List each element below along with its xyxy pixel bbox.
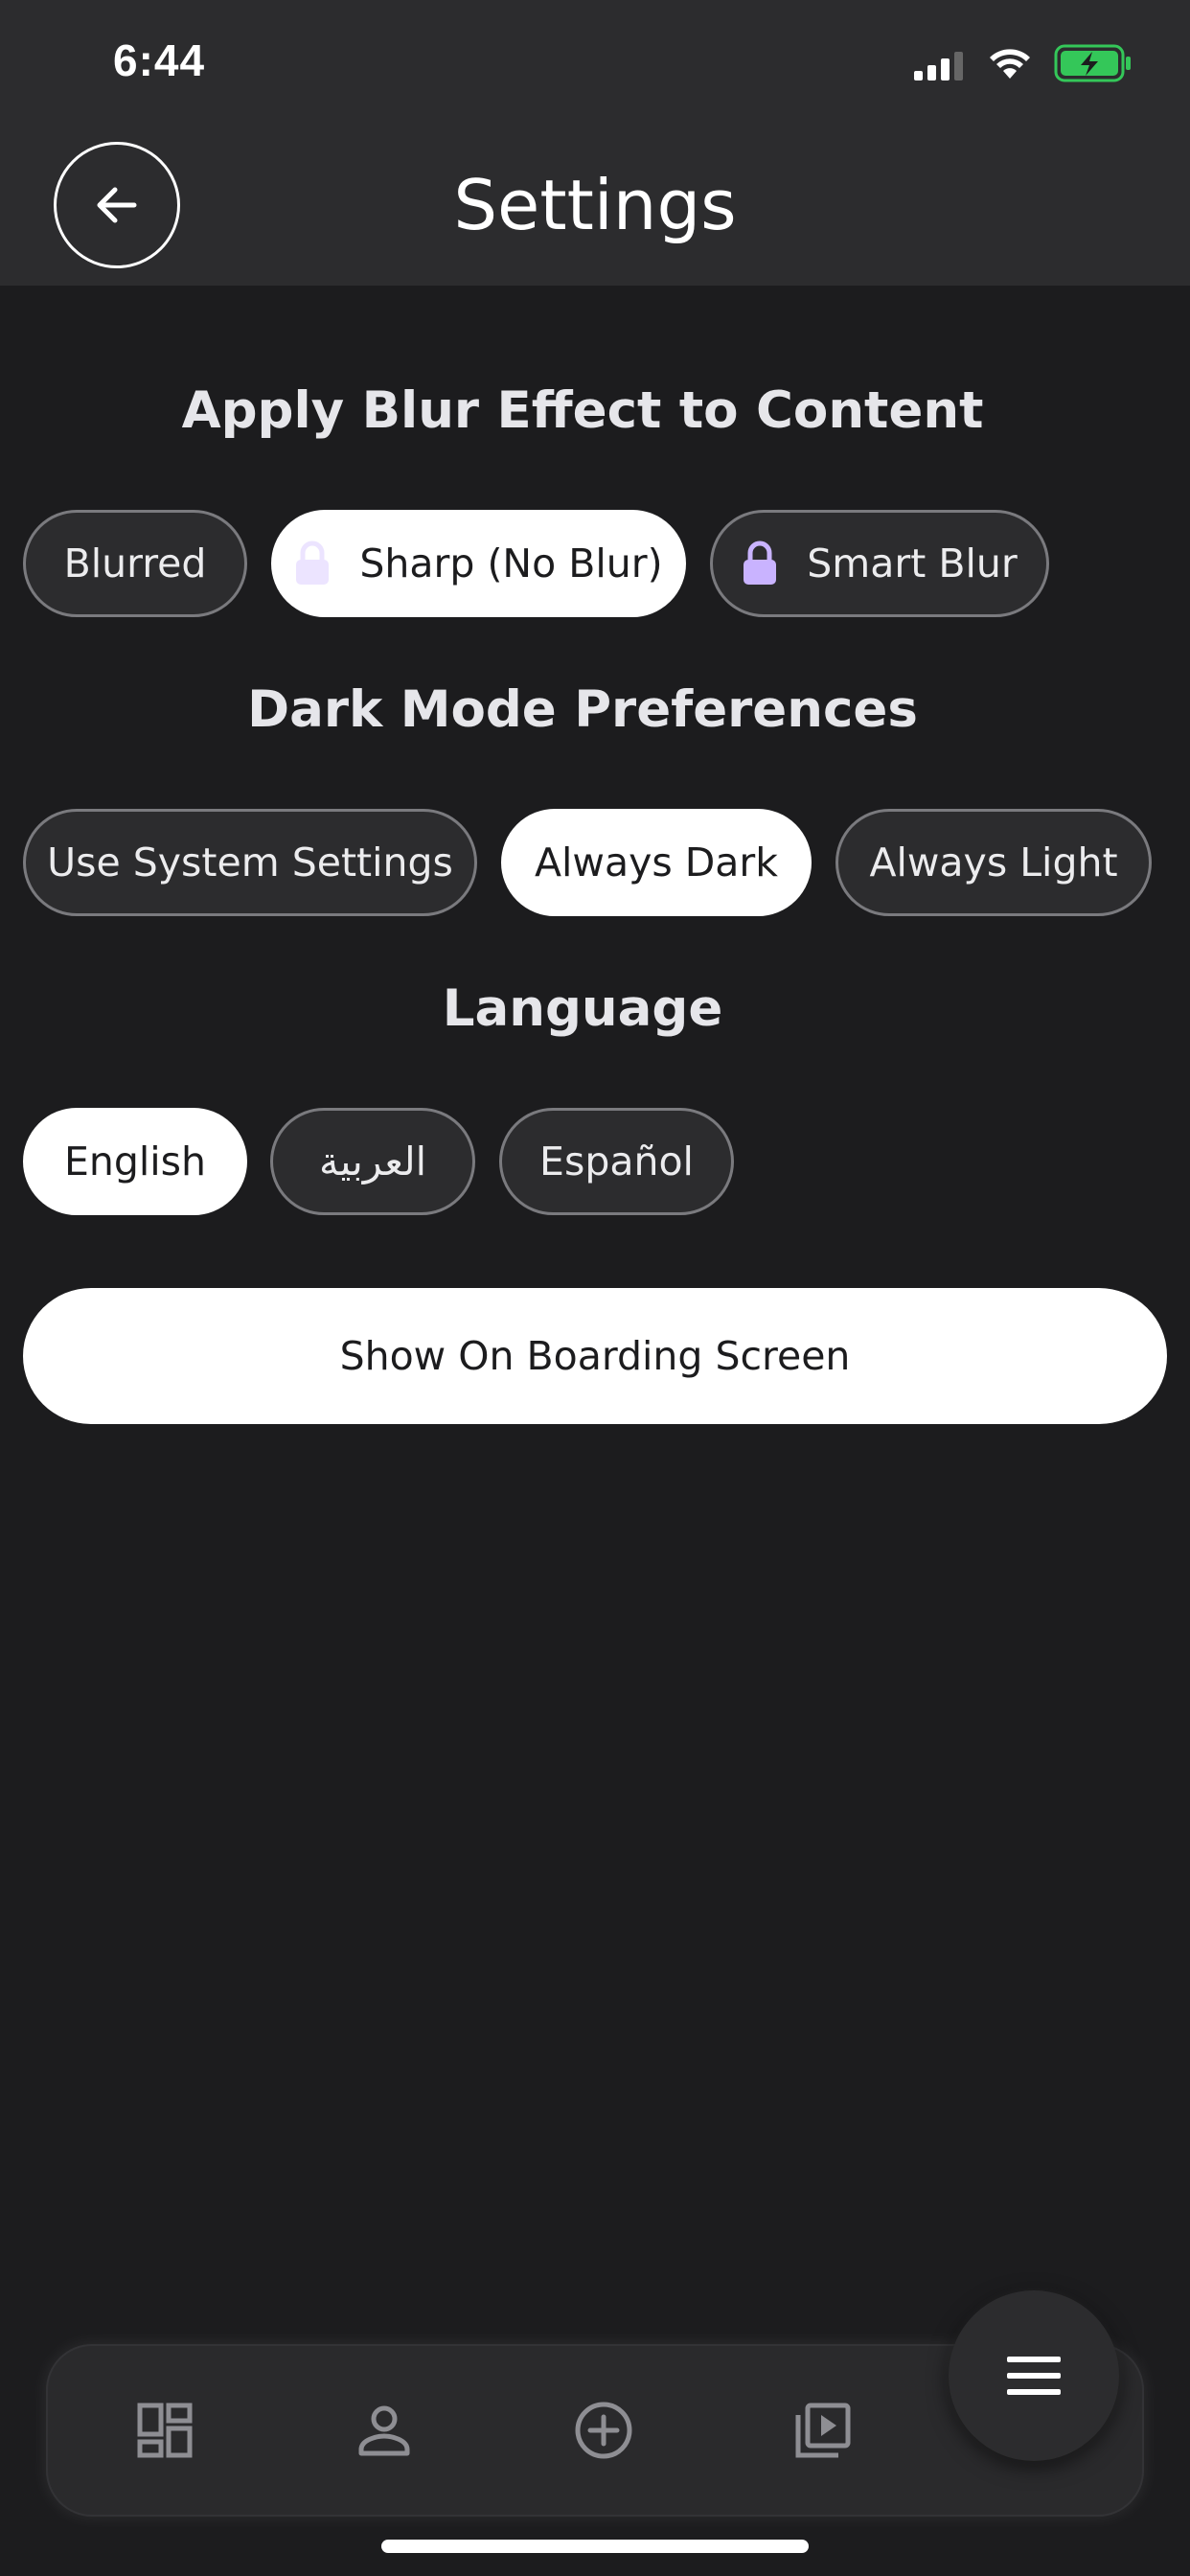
blur-option-sharp[interactable]: Sharp (No Blur): [271, 510, 686, 617]
tab-add[interactable]: [565, 2392, 642, 2469]
battery-charging-icon: [1054, 44, 1131, 82]
option-label: Always Dark: [534, 840, 779, 886]
cellular-signal-icon: [914, 52, 963, 80]
tab-dashboard[interactable]: [126, 2392, 203, 2469]
blur-section-title: Apply Blur Effect to Content: [181, 381, 984, 440]
language-option-english[interactable]: English: [23, 1108, 247, 1215]
option-label: Blurred: [63, 540, 207, 586]
dark-mode-section-title: Dark Mode Preferences: [247, 680, 918, 739]
language-section-title: Language: [442, 979, 723, 1038]
add-circle-icon: [575, 2402, 632, 2459]
lock-icon: [742, 540, 778, 586]
status-time: 6:44: [113, 35, 206, 85]
home-indicator: [381, 2540, 809, 2553]
page-title: Settings: [453, 165, 737, 245]
blur-option-blurred[interactable]: Blurred: [23, 510, 247, 617]
dashboard-icon: [137, 2403, 193, 2458]
language-option-arabic[interactable]: العربية: [270, 1108, 475, 1215]
tab-profile[interactable]: [346, 2392, 423, 2469]
option-label: Sharp (No Blur): [359, 540, 663, 586]
profile-icon: [358, 2405, 410, 2456]
option-label: English: [63, 1138, 207, 1184]
dark-mode-option-always-dark[interactable]: Always Dark: [501, 809, 812, 916]
option-label: Use System Settings: [47, 840, 453, 886]
option-label: Always Light: [869, 840, 1118, 886]
show-onboarding-button[interactable]: Show On Boarding Screen: [23, 1288, 1167, 1424]
hamburger-menu-icon: [1007, 2357, 1061, 2395]
dark-mode-option-always-light[interactable]: Always Light: [835, 809, 1152, 916]
video-library-icon: [795, 2403, 851, 2458]
tab-video-library[interactable]: [785, 2392, 861, 2469]
header-bar: 6:44 Settings: [0, 0, 1190, 286]
option-label: Español: [539, 1138, 694, 1184]
option-label: Smart Blur: [807, 540, 1018, 586]
lock-icon: [294, 540, 331, 586]
menu-button[interactable]: [949, 2290, 1119, 2461]
wifi-icon: [990, 49, 1030, 79]
dark-mode-option-system[interactable]: Use System Settings: [23, 809, 477, 916]
blur-option-smart[interactable]: Smart Blur: [710, 510, 1049, 617]
language-option-spanish[interactable]: Español: [499, 1108, 734, 1215]
option-label: العربية: [318, 1138, 427, 1184]
